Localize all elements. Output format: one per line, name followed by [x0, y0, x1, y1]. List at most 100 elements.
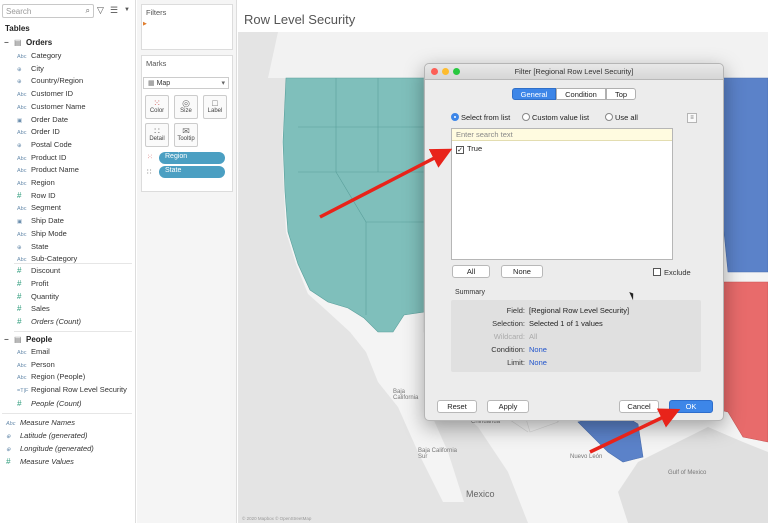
collapse-icon[interactable]: − — [4, 335, 14, 344]
checkbox-checked-icon[interactable]: ✓ — [456, 146, 464, 154]
divider — [2, 413, 132, 414]
field-item[interactable]: # Sales — [17, 304, 50, 316]
exclude-checkbox[interactable]: Exclude — [653, 268, 691, 277]
field-item[interactable]: # Row ID — [17, 191, 56, 203]
field-item[interactable]: Abc Category — [17, 51, 61, 63]
none-button[interactable]: None — [501, 265, 543, 278]
field-item[interactable]: ⊕ City — [17, 64, 44, 76]
field-item[interactable]: # Measure Values — [6, 457, 74, 469]
color-button[interactable]: ⁙ Color — [145, 95, 169, 119]
data-search-input[interactable]: Search ⌕ — [2, 4, 94, 18]
ok-button[interactable]: OK — [669, 400, 713, 413]
tab-condition[interactable]: Condition — [556, 88, 606, 100]
table-people[interactable]: − ▤ People — [4, 335, 52, 344]
tab-general[interactable]: General — [512, 88, 556, 100]
field-item[interactable]: ⊕ Longitude (generated) — [6, 444, 94, 456]
radio-custom-value-list-label: Custom value list — [532, 113, 590, 122]
field-item[interactable]: ▣ Ship Date — [17, 216, 64, 228]
pill-state[interactable]: State — [159, 166, 225, 178]
field-type-icon: # — [17, 278, 22, 288]
table-orders[interactable]: − ▤ Orders — [4, 38, 52, 47]
collapse-icon[interactable]: − — [4, 38, 14, 47]
summary-selection-key: Selection: — [492, 319, 525, 328]
radio-use-all-label: Use all — [615, 113, 638, 122]
apply-button[interactable]: Apply — [487, 400, 529, 413]
label-nuevo-leon: Nuevo León — [570, 454, 603, 460]
field-item[interactable]: # Orders (Count) — [17, 317, 81, 329]
field-item[interactable]: Abc Email — [17, 347, 50, 359]
field-item[interactable]: Abc Product Name — [17, 165, 79, 177]
field-item[interactable]: ⊕ Postal Code — [17, 140, 72, 152]
radio-custom-value-list[interactable]: Custom value list — [522, 113, 589, 125]
field-item[interactable]: # Quantity — [17, 292, 59, 304]
field-name: Discount — [31, 266, 61, 275]
pane-menu-icon[interactable]: ▼ — [124, 7, 130, 13]
field-item[interactable]: Abc Product ID — [17, 153, 66, 165]
field-item[interactable]: ⊕ State — [17, 242, 49, 254]
summary-field-value: [Regional Row Level Security] — [529, 306, 630, 315]
list-item-label: True — [467, 144, 483, 153]
field-name: People (Count) — [31, 399, 82, 408]
filter-icon[interactable]: ▽ — [97, 5, 104, 16]
field-name: Row ID — [31, 190, 56, 200]
field-item[interactable]: Abc Region (People) — [17, 372, 85, 384]
color-icon: ⁙ — [153, 98, 161, 108]
view-toggle-icon[interactable]: ☰ — [110, 5, 118, 16]
field-item[interactable]: =T|F Regional Row Level Security — [17, 385, 127, 397]
field-type-icon: # — [17, 304, 22, 314]
cancel-button[interactable]: Cancel — [619, 400, 659, 413]
field-item[interactable]: ⊕ Country/Region — [17, 76, 83, 88]
field-name: Person — [31, 359, 55, 369]
field-type-icon: Abc — [6, 421, 16, 427]
pill-region[interactable]: Region — [159, 152, 225, 164]
field-item[interactable]: ▣ Order Date — [17, 115, 68, 127]
summary-condition-link[interactable]: None — [529, 345, 547, 354]
values-list[interactable]: Enter search text ✓ True — [451, 128, 673, 260]
field-item[interactable]: Abc Order ID — [17, 127, 60, 139]
mark-type-select[interactable]: ▦ Map ▾ — [143, 77, 229, 89]
field-item[interactable]: Abc Measure Names — [6, 418, 75, 430]
label-gulf: Gulf of Mexico — [668, 470, 707, 476]
filter-search-input[interactable]: Enter search text — [452, 129, 672, 141]
field-item[interactable]: # People (Count) — [17, 399, 81, 411]
radio-select-from-list[interactable]: Select from list — [451, 113, 510, 125]
label-button[interactable]: □ Label — [203, 95, 227, 119]
field-name: State — [31, 241, 49, 251]
field-item[interactable]: Abc Customer ID — [17, 89, 73, 101]
summary-condition-key: Condition: — [491, 345, 525, 354]
field-type-icon: # — [17, 317, 22, 327]
field-item[interactable]: Abc Region — [17, 178, 55, 190]
field-type-icon: Abc — [17, 350, 27, 356]
search-icon[interactable]: ⌕ — [86, 6, 90, 16]
detail-button-label: Detail — [149, 136, 165, 142]
label-baja-california-sur: Baja California Sur — [418, 448, 458, 460]
field-item[interactable]: Abc Person — [17, 360, 55, 372]
dialog-titlebar[interactable]: Filter [Regional Row Level Security] — [425, 64, 723, 80]
field-item[interactable]: ⊕ Latitude (generated) — [6, 431, 88, 443]
list-options-icon[interactable]: ≡ — [687, 113, 697, 123]
summary-limit-link[interactable]: None — [529, 358, 547, 367]
field-type-icon: # — [17, 399, 22, 408]
tooltip-button[interactable]: ✉ Tooltip — [174, 123, 198, 147]
field-name: Email — [31, 347, 50, 356]
table-icon: ▤ — [14, 38, 22, 47]
list-item-true[interactable]: ✓ True — [456, 144, 482, 154]
field-item[interactable]: Abc Segment — [17, 203, 61, 215]
label-icon: □ — [212, 98, 218, 108]
chevron-down-icon: ▾ — [221, 80, 225, 87]
marks-title: Marks — [146, 59, 167, 68]
reset-button[interactable]: Reset — [437, 400, 477, 413]
radio-use-all[interactable]: Use all — [605, 113, 638, 125]
field-item[interactable]: Abc Ship Mode — [17, 229, 67, 241]
all-button[interactable]: All — [452, 265, 490, 278]
field-name: Region (People) — [31, 372, 86, 382]
size-button[interactable]: ◎ Size — [174, 95, 198, 119]
tab-top[interactable]: Top — [606, 88, 636, 100]
field-type-icon: ▣ — [17, 117, 23, 124]
filters-card[interactable]: Filters ▶ — [141, 4, 233, 50]
field-item[interactable]: Abc Customer Name — [17, 102, 86, 114]
field-item[interactable]: # Profit — [17, 279, 49, 291]
detail-button[interactable]: ∷ Detail — [145, 123, 169, 147]
field-item[interactable]: # Discount — [17, 266, 60, 278]
field-item[interactable]: Abc Sub-Category — [17, 254, 77, 266]
